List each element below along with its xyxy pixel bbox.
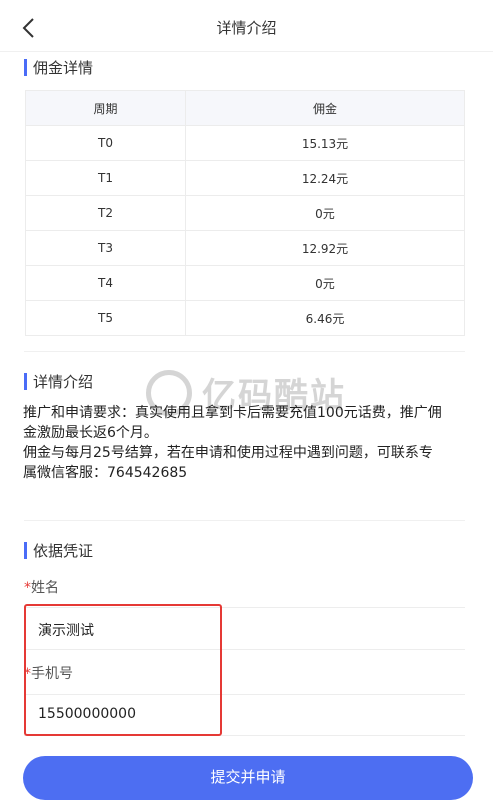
section-accent-bar	[24, 58, 27, 76]
column-header-commission: 佣金	[185, 90, 465, 126]
commission-cell: 15.13元	[185, 125, 465, 161]
period-cell: T0	[25, 125, 186, 161]
header: 详情介绍	[0, 0, 493, 52]
page-title: 详情介绍	[216, 19, 277, 37]
submit-button[interactable]: 提交并申请	[23, 756, 473, 800]
commission-cell: 0元	[185, 265, 465, 301]
name-label-text: 姓名	[31, 580, 59, 596]
commission-cell: 0元	[185, 195, 465, 231]
table-row: T2 0元	[25, 195, 465, 231]
table-row: T4 0元	[25, 265, 465, 301]
commission-cell: 12.92元	[185, 230, 465, 266]
details-description: 推广和申请要求：真实使用且拿到卡后需要充值100元话费，推广佣 金激励最长返6个…	[23, 403, 468, 483]
required-mark: *	[24, 580, 31, 596]
details-title-text: 详情介绍	[33, 372, 94, 391]
commission-cell: 6.46元	[185, 300, 465, 336]
evidence-title-text: 依据凭证	[33, 541, 94, 560]
description-line: 推广和申请要求：真实使用且拿到卡后需要充值100元话费，推广佣	[23, 405, 442, 421]
highlight-box	[24, 604, 222, 736]
commission-table: 周期 佣金 T0 15.13元 T1 12.24元 T2 0元 T3 12.92…	[25, 90, 465, 336]
section-divider	[24, 351, 465, 352]
name-label: *姓名	[24, 577, 59, 597]
evidence-section-title: 依据凭证	[24, 540, 93, 560]
commission-section-title: 佣金详情	[24, 57, 93, 77]
period-cell: T4	[25, 265, 186, 301]
table-row: T0 15.13元	[25, 125, 465, 161]
period-cell: T3	[25, 230, 186, 266]
description-line: 属微信客服：764542685	[23, 465, 188, 481]
period-cell: T1	[25, 160, 186, 196]
commission-title-text: 佣金详情	[33, 58, 94, 77]
section-divider	[24, 520, 465, 521]
table-row: T1 12.24元	[25, 160, 465, 196]
period-cell: T2	[25, 195, 186, 231]
table-header-row: 周期 佣金	[25, 90, 465, 126]
table-row: T5 6.46元	[25, 300, 465, 336]
details-section-title: 详情介绍	[24, 371, 93, 391]
description-line: 佣金与每月25号结算，若在申请和使用过程中遇到问题，可联系专	[23, 445, 433, 461]
section-accent-bar	[24, 372, 27, 390]
table-row: T3 12.92元	[25, 230, 465, 266]
period-cell: T5	[25, 300, 186, 336]
description-line: 金激励最长返6个月。	[23, 425, 158, 441]
column-header-period: 周期	[25, 90, 186, 126]
commission-cell: 12.24元	[185, 160, 465, 196]
section-accent-bar	[24, 541, 27, 559]
